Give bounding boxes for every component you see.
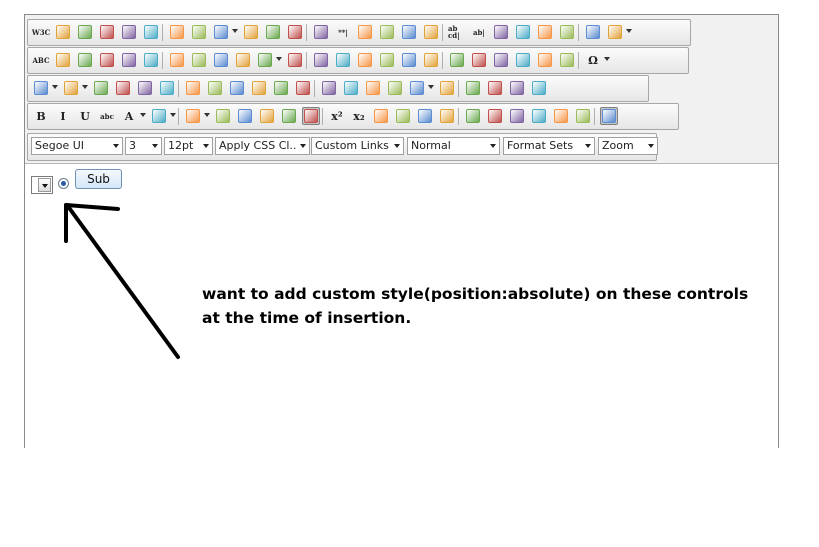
annotation-arrow xyxy=(64,203,180,359)
annotation-note: want to add custom style(position:absolu… xyxy=(202,285,749,327)
arrow-head-top xyxy=(64,203,120,211)
arrow-shaft xyxy=(65,203,180,359)
